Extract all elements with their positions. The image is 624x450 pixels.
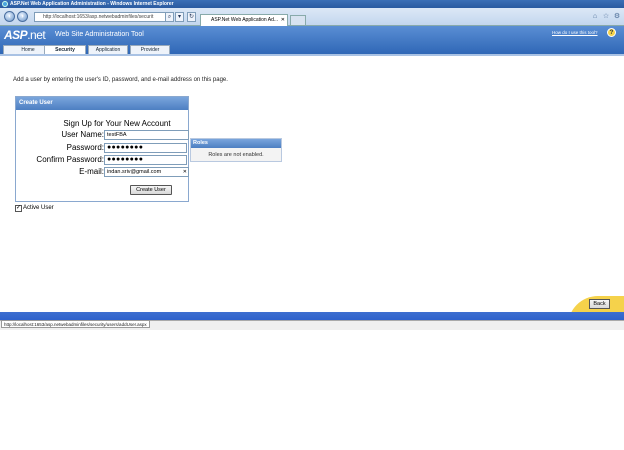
help-link[interactable]: How do I use this tool?	[552, 30, 598, 35]
logo-asp: ASP	[4, 28, 28, 42]
app-title: Web Site Administration Tool	[55, 31, 144, 38]
create-user-button[interactable]: Create User	[130, 185, 172, 195]
home-icon[interactable]: ⌂	[591, 13, 599, 21]
refresh-icon[interactable]: ↻	[187, 12, 196, 22]
email-value: indan.sriv@gmail.com	[107, 169, 162, 175]
help-icon[interactable]: ?	[607, 28, 616, 37]
back-button[interactable]: Back	[589, 299, 610, 309]
username-label: User Name:	[61, 130, 104, 139]
signup-title: Sign Up for Your New Account	[63, 119, 171, 128]
status-url: http://localhost:1653/asp.netwebadminfil…	[1, 320, 150, 328]
new-tab-button[interactable]	[290, 15, 306, 26]
password-input[interactable]: ●●●●●●●●	[104, 143, 187, 153]
email-input[interactable]: indan.sriv@gmail.com ✕	[104, 167, 189, 177]
username-value: testFBA	[107, 132, 127, 138]
gear-icon[interactable]: ⚙	[613, 13, 621, 21]
window-title: ASP.Net Web Application Administration -…	[10, 1, 174, 7]
password-value: ●●●●●●●●	[107, 144, 144, 151]
password-label: Password:	[66, 143, 104, 152]
address-text: http://localhost:1653/asp.netwebadminfil…	[43, 14, 154, 20]
email-label: E-mail:	[79, 167, 104, 176]
browser-window: ASP.Net Web Application Administration -…	[0, 0, 624, 450]
browser-nav-bar: ‹ › http://localhost:1653/asp.netwebadmi…	[0, 8, 624, 26]
tab-close-icon[interactable]: ✕	[281, 15, 285, 26]
tab-security[interactable]: Security	[44, 45, 86, 54]
active-user-checkbox[interactable]: ✓	[15, 205, 22, 212]
star-icon[interactable]: ☆	[602, 13, 610, 21]
username-input[interactable]: testFBA	[104, 130, 189, 140]
browser-tab[interactable]: ASP.Net Web Application Ad... ✕	[200, 14, 288, 26]
address-bar[interactable]: http://localhost:1653/asp.netwebadminfil…	[34, 12, 174, 22]
logo-net: .net	[27, 28, 46, 42]
header-divider	[0, 54, 624, 56]
tab-title: ASP.Net Web Application Ad...	[211, 17, 279, 23]
clear-icon[interactable]: ✕	[183, 168, 187, 176]
tab-provider[interactable]: Provider	[130, 45, 170, 54]
active-user-label: Active User	[23, 205, 54, 211]
create-user-header: Create User	[16, 97, 188, 110]
tab-application[interactable]: Application	[88, 45, 128, 54]
confirm-password-label: Confirm Password:	[36, 155, 104, 164]
create-user-panel: Create User Sign Up for Your New Account…	[15, 96, 189, 202]
confirm-password-input[interactable]: ●●●●●●●●	[104, 155, 187, 165]
forward-arrow-icon[interactable]: ›	[17, 11, 28, 22]
search-icon[interactable]: ⌕	[165, 12, 174, 22]
roles-panel: Roles Roles are not enabled.	[190, 138, 282, 162]
page-intro: Add a user by entering the user's ID, pa…	[13, 77, 228, 83]
window-title-bar: ASP.Net Web Application Administration -…	[0, 0, 624, 8]
dropdown-icon[interactable]: ▾	[175, 12, 184, 22]
back-arrow-icon[interactable]: ‹	[4, 11, 15, 22]
asp-net-logo: ASP.net	[4, 28, 46, 42]
ie-logo-icon	[2, 1, 8, 7]
roles-message: Roles are not enabled.	[208, 152, 264, 158]
confirm-password-value: ●●●●●●●●	[107, 156, 144, 163]
roles-header: Roles	[191, 139, 281, 148]
